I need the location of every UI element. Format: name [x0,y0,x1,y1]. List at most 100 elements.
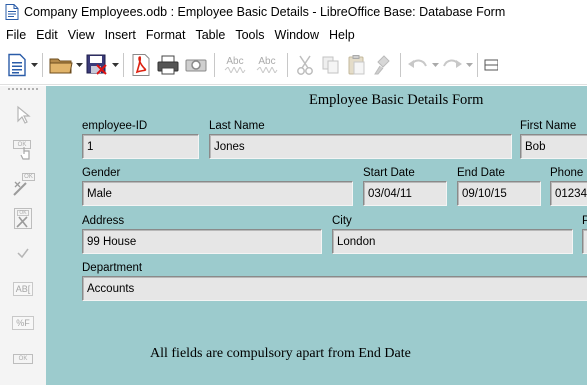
address-label: Address [82,215,125,227]
paste-button[interactable] [346,51,368,79]
footnote-text: All fields are compulsory apart from End… [150,346,411,361]
print-icon [157,55,179,74]
wrench-icon [16,216,28,228]
start-date-field[interactable]: 03/04/11 [363,181,447,206]
first-name-field[interactable]: Bob [520,134,587,159]
autospell-button[interactable]: Abc [253,51,281,79]
title-bar: Company Employees.odb : Employee Basic D… [0,0,587,24]
new-document-icon [8,53,26,76]
city-field[interactable]: London [332,229,573,254]
autospell-label: Abc [258,56,276,67]
toolbar-separator [477,52,478,77]
menu-insert[interactable]: Insert [105,28,136,42]
toolbar-separator [400,52,401,77]
window-title: Company Employees.odb : Employee Basic D… [24,5,506,19]
toolbar-separator [214,52,215,77]
toolbar-separator [42,52,43,77]
push-button-label: OK [12,354,34,364]
form-controls-sidebar: OK OK OK AB[ %F OK [0,86,46,385]
menu-table[interactable]: Table [195,28,225,42]
form-canvas: Employee Basic Details Form employee-ID … [46,86,587,385]
form-title: Employee Basic Details Form [309,92,484,108]
employee-id-field[interactable]: 1 [82,134,199,159]
chevron-down-icon [75,62,83,67]
select-tool-button[interactable] [7,102,39,128]
clone-formatting-icon [374,54,390,74]
cut-icon [297,55,313,75]
redo-dropdown-arrow[interactable] [465,62,473,67]
hand-pointer-icon [20,147,30,160]
print-preview-icon [185,59,207,71]
export-pdf-button[interactable] [130,51,152,79]
formatted-field-label: %F [12,316,34,330]
save-dropdown-arrow[interactable] [111,62,119,67]
menu-bar: File Edit View Insert Format Table Tools… [0,24,587,45]
new-document-button[interactable] [6,51,28,79]
table-icon [484,59,498,70]
department-field[interactable]: Accounts [82,276,587,301]
print-preview-button[interactable] [184,51,208,79]
gender-label: Gender [82,167,121,179]
standard-toolbar: Abc Abc [0,45,587,85]
text-box-button[interactable]: AB[ [7,276,39,302]
checkmark-icon [17,248,29,259]
phone-label: Phone N [550,167,587,179]
spelling-label: Abc [226,56,244,67]
more-toolbar-button[interactable] [484,51,498,79]
undo-icon [408,59,427,68]
menu-help[interactable]: Help [329,28,355,42]
check-box-button[interactable] [7,240,39,266]
open-folder-icon [49,58,73,73]
text-box-label: AB[ [12,282,34,296]
formatted-field-button[interactable]: %F [7,310,39,336]
save-button[interactable] [85,51,109,79]
form-design-button[interactable]: OK [7,206,39,232]
menu-view[interactable]: View [68,28,95,42]
export-pdf-icon [132,53,150,76]
phone-field[interactable]: 012345 [550,181,587,206]
menu-tools[interactable]: Tools [235,28,264,42]
control-wizard-button[interactable]: OK [7,172,39,198]
postcode-label: P [582,215,587,227]
undo-button[interactable] [407,51,429,79]
end-date-label: End Date [457,167,505,179]
gender-field[interactable]: Male [82,181,353,206]
end-date-field[interactable]: 09/10/15 [457,181,541,206]
copy-icon [322,56,339,73]
menu-format[interactable]: Format [146,28,186,42]
spelling-button[interactable]: Abc [221,51,249,79]
menu-file[interactable]: File [6,28,26,42]
city-label: City [332,215,352,227]
autospell-icon [256,67,278,73]
department-label: Department [82,262,143,274]
cut-button[interactable] [294,51,316,79]
toolbar-grip[interactable] [8,88,38,90]
chevron-down-icon [431,62,439,67]
start-date-label: Start Date [363,167,415,179]
menu-edit[interactable]: Edit [36,28,58,42]
copy-button[interactable] [320,51,342,79]
push-button-tool[interactable]: OK [7,346,39,372]
redo-icon [443,59,462,68]
design-mode-button[interactable]: OK [7,136,39,162]
print-button[interactable] [156,51,180,79]
spelling-icon [224,67,246,73]
address-field[interactable]: 99 House [82,229,322,254]
chevron-down-icon [465,62,473,67]
menu-window[interactable]: Window [275,28,319,42]
postcode-field[interactable] [582,229,587,254]
undo-dropdown-arrow[interactable] [431,62,439,67]
clone-formatting-button[interactable] [372,51,394,79]
redo-button[interactable] [441,51,463,79]
open-button[interactable] [49,51,73,79]
wizard-wand-icon [13,181,27,196]
last-name-field[interactable]: Jones [209,134,512,159]
new-dropdown-arrow[interactable] [30,62,38,67]
employee-id-label: employee-ID [82,120,148,132]
chevron-down-icon [30,62,38,67]
toolbar-separator [287,52,288,77]
open-dropdown-arrow[interactable] [75,62,83,67]
base-document-icon [5,4,19,20]
toolbar-separator [123,52,124,77]
save-icon [86,54,107,75]
